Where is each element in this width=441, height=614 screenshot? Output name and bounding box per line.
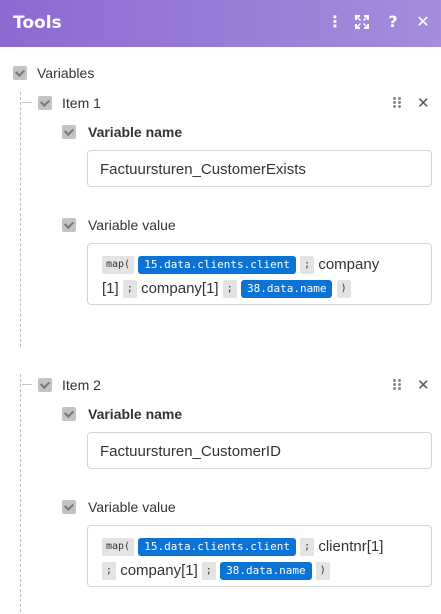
expression-text: company[1] bbox=[141, 280, 219, 298]
variables-collapse-toggle[interactable] bbox=[13, 66, 27, 80]
field-collapse-toggle[interactable] bbox=[62, 125, 76, 139]
mapped-value-pill[interactable]: 38.data.name bbox=[240, 280, 333, 299]
drag-handle-icon[interactable] bbox=[393, 379, 403, 391]
separator-token[interactable]: ; bbox=[201, 562, 216, 581]
field-collapse-toggle[interactable] bbox=[62, 500, 76, 514]
separator-token[interactable]: ; bbox=[222, 280, 237, 299]
mapped-value-pill[interactable]: 15.data.clients.client bbox=[138, 256, 296, 275]
expression-text: [1] bbox=[102, 280, 119, 298]
panel-header: Tools ⋮ ? ✕ bbox=[0, 0, 441, 47]
item-label: Item 1 bbox=[62, 95, 101, 111]
expression-text: company[1] bbox=[120, 562, 198, 580]
panel-title: Tools bbox=[13, 13, 62, 33]
variable-name-label: Variable name bbox=[88, 124, 183, 140]
separator-token[interactable]: ; bbox=[102, 562, 117, 581]
variable-name-field[interactable]: Factuursturen_CustomerID bbox=[87, 432, 432, 469]
function-token[interactable]: map( bbox=[102, 538, 135, 557]
variable-value-field[interactable]: map( 15.data.clients.client ; clientnr[1… bbox=[87, 525, 432, 587]
field-collapse-toggle[interactable] bbox=[62, 218, 76, 232]
close-paren-token[interactable]: ) bbox=[315, 562, 330, 581]
remove-item-icon[interactable]: ✕ bbox=[417, 376, 430, 394]
expression-text: clientnr[1] bbox=[318, 538, 384, 556]
help-icon[interactable]: ? bbox=[382, 11, 404, 33]
field-collapse-toggle[interactable] bbox=[62, 407, 76, 421]
item-collapse-toggle[interactable] bbox=[38, 378, 52, 392]
function-token[interactable]: map( bbox=[102, 256, 135, 275]
close-icon[interactable]: ✕ bbox=[412, 11, 434, 33]
separator-token[interactable]: ; bbox=[300, 256, 315, 275]
tree-line bbox=[20, 374, 21, 612]
variable-name-field[interactable]: Factuursturen_CustomerExists bbox=[87, 150, 432, 187]
variable-value-field[interactable]: map( 15.data.clients.client ; company [1… bbox=[87, 243, 432, 305]
tree-branch bbox=[22, 384, 32, 385]
tree-line bbox=[20, 92, 21, 347]
separator-token[interactable]: ; bbox=[122, 280, 137, 299]
mapped-value-pill[interactable]: 15.data.clients.client bbox=[138, 538, 296, 557]
variable-value-label: Variable value bbox=[88, 499, 176, 515]
variable-value-label: Variable value bbox=[88, 217, 176, 233]
drag-handle-icon[interactable] bbox=[393, 97, 403, 109]
expand-icon[interactable] bbox=[351, 11, 373, 33]
more-options-icon[interactable]: ⋮ bbox=[324, 11, 346, 33]
tree-branch bbox=[22, 102, 32, 103]
close-paren-token[interactable]: ) bbox=[336, 280, 351, 299]
mapped-value-pill[interactable]: 38.data.name bbox=[220, 562, 312, 581]
item-label: Item 2 bbox=[62, 377, 101, 393]
variable-name-label: Variable name bbox=[88, 406, 183, 422]
separator-token[interactable]: ; bbox=[300, 538, 315, 557]
variables-label: Variables bbox=[37, 65, 95, 81]
remove-item-icon[interactable]: ✕ bbox=[417, 94, 430, 112]
item-collapse-toggle[interactable] bbox=[38, 96, 52, 110]
expression-text: company bbox=[318, 256, 380, 274]
